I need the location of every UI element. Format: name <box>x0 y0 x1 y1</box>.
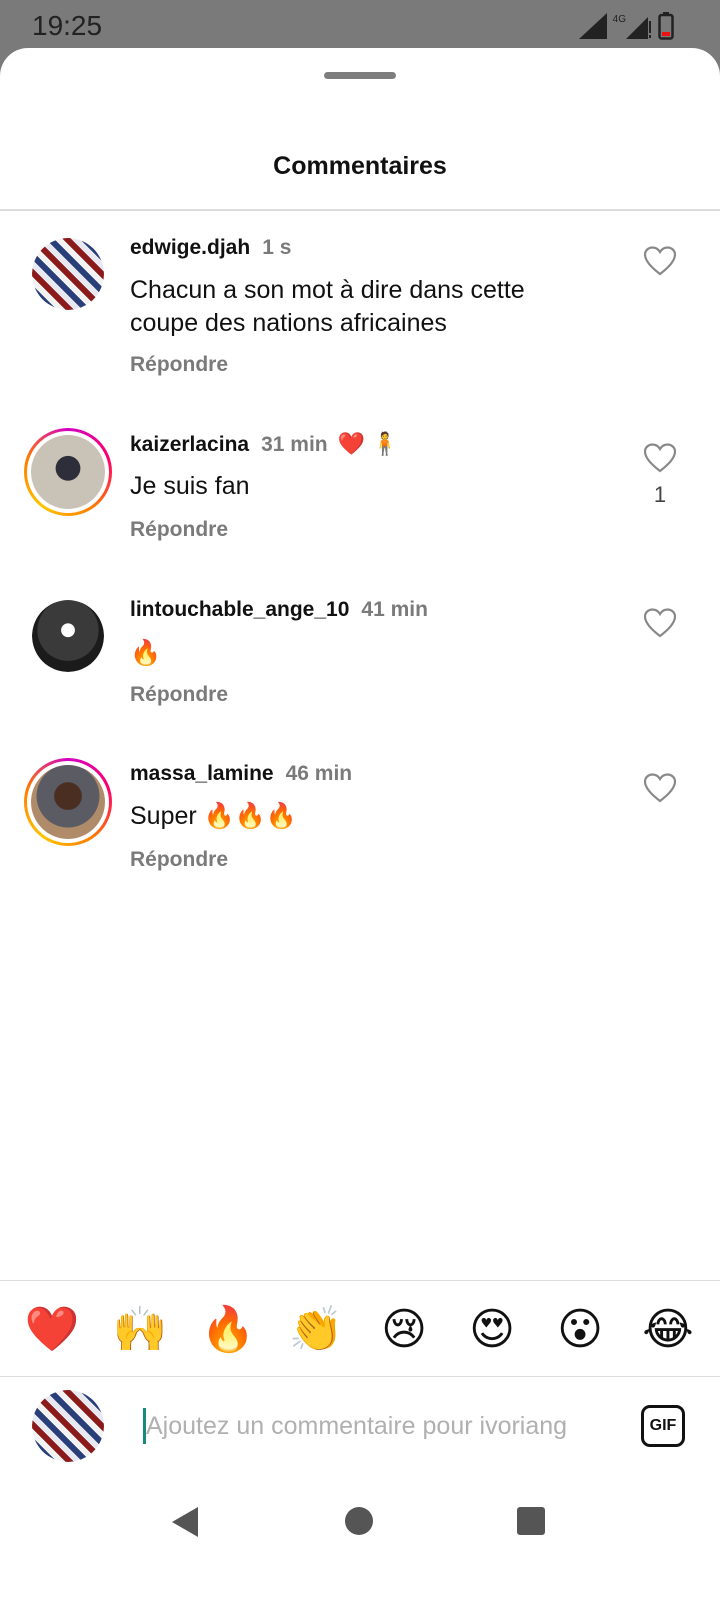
gif-button[interactable]: GIF <box>641 1405 685 1447</box>
sheet-title: Commentaires <box>273 152 447 180</box>
status-time: 19:25 <box>32 10 103 41</box>
fire-emoji-button[interactable]: 🔥 <box>196 1297 260 1361</box>
divider <box>0 1280 720 1281</box>
heart-eyes-emoji-button[interactable]: 😍 <box>460 1297 524 1361</box>
heart-badge-icon: ❤️ <box>337 432 366 457</box>
heart-icon[interactable] <box>644 608 676 638</box>
comment-text: Chacun a son mot à dire dans cette coupe… <box>130 276 525 337</box>
reply-button[interactable]: Répondre <box>130 518 228 542</box>
raised-hands-emoji-button[interactable]: 🙌 <box>108 1297 172 1361</box>
signal-icon <box>578 13 607 39</box>
recent-apps-icon[interactable] <box>517 1507 545 1535</box>
comment-header: massa_lamine 46 min <box>130 762 352 786</box>
back-icon[interactable] <box>170 1505 200 1539</box>
avatar-story-ring[interactable] <box>24 758 112 846</box>
divider <box>0 1376 720 1377</box>
current-user-avatar <box>32 1390 104 1462</box>
avatar-story-ring[interactable] <box>24 428 112 516</box>
status-bar: 19:25 4G <box>0 0 720 50</box>
comment-item: edwige.djah 1 s Chacun a son mot à dire … <box>0 232 720 382</box>
network-type: 4G <box>612 13 626 25</box>
heart-icon[interactable] <box>644 773 676 803</box>
comment-time: 46 min <box>285 762 353 785</box>
status-icons: 4G <box>578 12 674 40</box>
emoji-quick-bar: ❤️ 🙌 🔥 👏 😢 😍 😮 😂 <box>0 1297 720 1361</box>
comment-username[interactable]: massa_lamine <box>130 762 274 786</box>
comment-header: edwige.djah 1 s <box>130 236 291 260</box>
heart-icon[interactable] <box>644 246 676 276</box>
comment-username[interactable]: kaizerlacina <box>130 433 249 457</box>
clap-emoji-button[interactable]: 👏 <box>284 1297 348 1361</box>
comment-item: massa_lamine 46 min Super 🔥🔥🔥 Répondre <box>0 758 720 908</box>
avatar-image <box>32 238 104 310</box>
comment-text: Super 🔥🔥🔥 <box>130 802 298 830</box>
comment-username[interactable]: lintouchable_ange_10 <box>130 598 349 622</box>
comment-item: lintouchable_ange_10 41 min 🔥 Répondre <box>0 594 720 744</box>
comment-item: kaizerlacina 31 min ❤️ 🧍 Je suis fan Rép… <box>0 428 720 578</box>
comment-text: 🔥 <box>130 638 162 667</box>
reply-button[interactable]: Répondre <box>130 353 228 377</box>
like-count: 1 <box>653 482 667 507</box>
battery-low-icon <box>658 12 674 40</box>
reply-button[interactable]: Répondre <box>130 848 228 872</box>
comment-username[interactable]: edwige.djah <box>130 236 250 260</box>
comment-time: 31 min <box>261 432 328 456</box>
avatar-image <box>31 435 105 509</box>
comment-header: kaizerlacina 31 min ❤️ 🧍 <box>130 432 398 457</box>
avatar-image <box>31 765 105 839</box>
avatar-image <box>32 1390 104 1462</box>
avatar[interactable] <box>32 600 104 672</box>
tears-of-joy-emoji-button[interactable]: 😂 <box>636 1297 700 1361</box>
comment-input[interactable] <box>146 1406 610 1446</box>
comment-time: 41 min <box>361 598 428 621</box>
avatar-image <box>32 600 104 672</box>
heart-icon[interactable] <box>644 443 676 473</box>
signal-4g-icon <box>626 17 651 39</box>
home-icon[interactable] <box>345 1507 373 1535</box>
crying-face-emoji-button[interactable]: 😢 <box>372 1297 436 1361</box>
comment-time: 1 s <box>262 236 292 259</box>
reply-button[interactable]: Répondre <box>130 683 228 707</box>
avatar[interactable] <box>32 238 104 310</box>
surprised-face-emoji-button[interactable]: 😮 <box>548 1297 612 1361</box>
heart-emoji-button[interactable]: ❤️ <box>20 1297 84 1361</box>
navigation-bar <box>0 1480 720 1600</box>
person-badge-icon: 🧍 <box>371 432 399 457</box>
comment-header: lintouchable_ange_10 41 min <box>130 598 428 622</box>
comment-text: Je suis fan <box>130 472 250 500</box>
drag-handle[interactable] <box>324 72 396 79</box>
divider <box>0 209 720 211</box>
